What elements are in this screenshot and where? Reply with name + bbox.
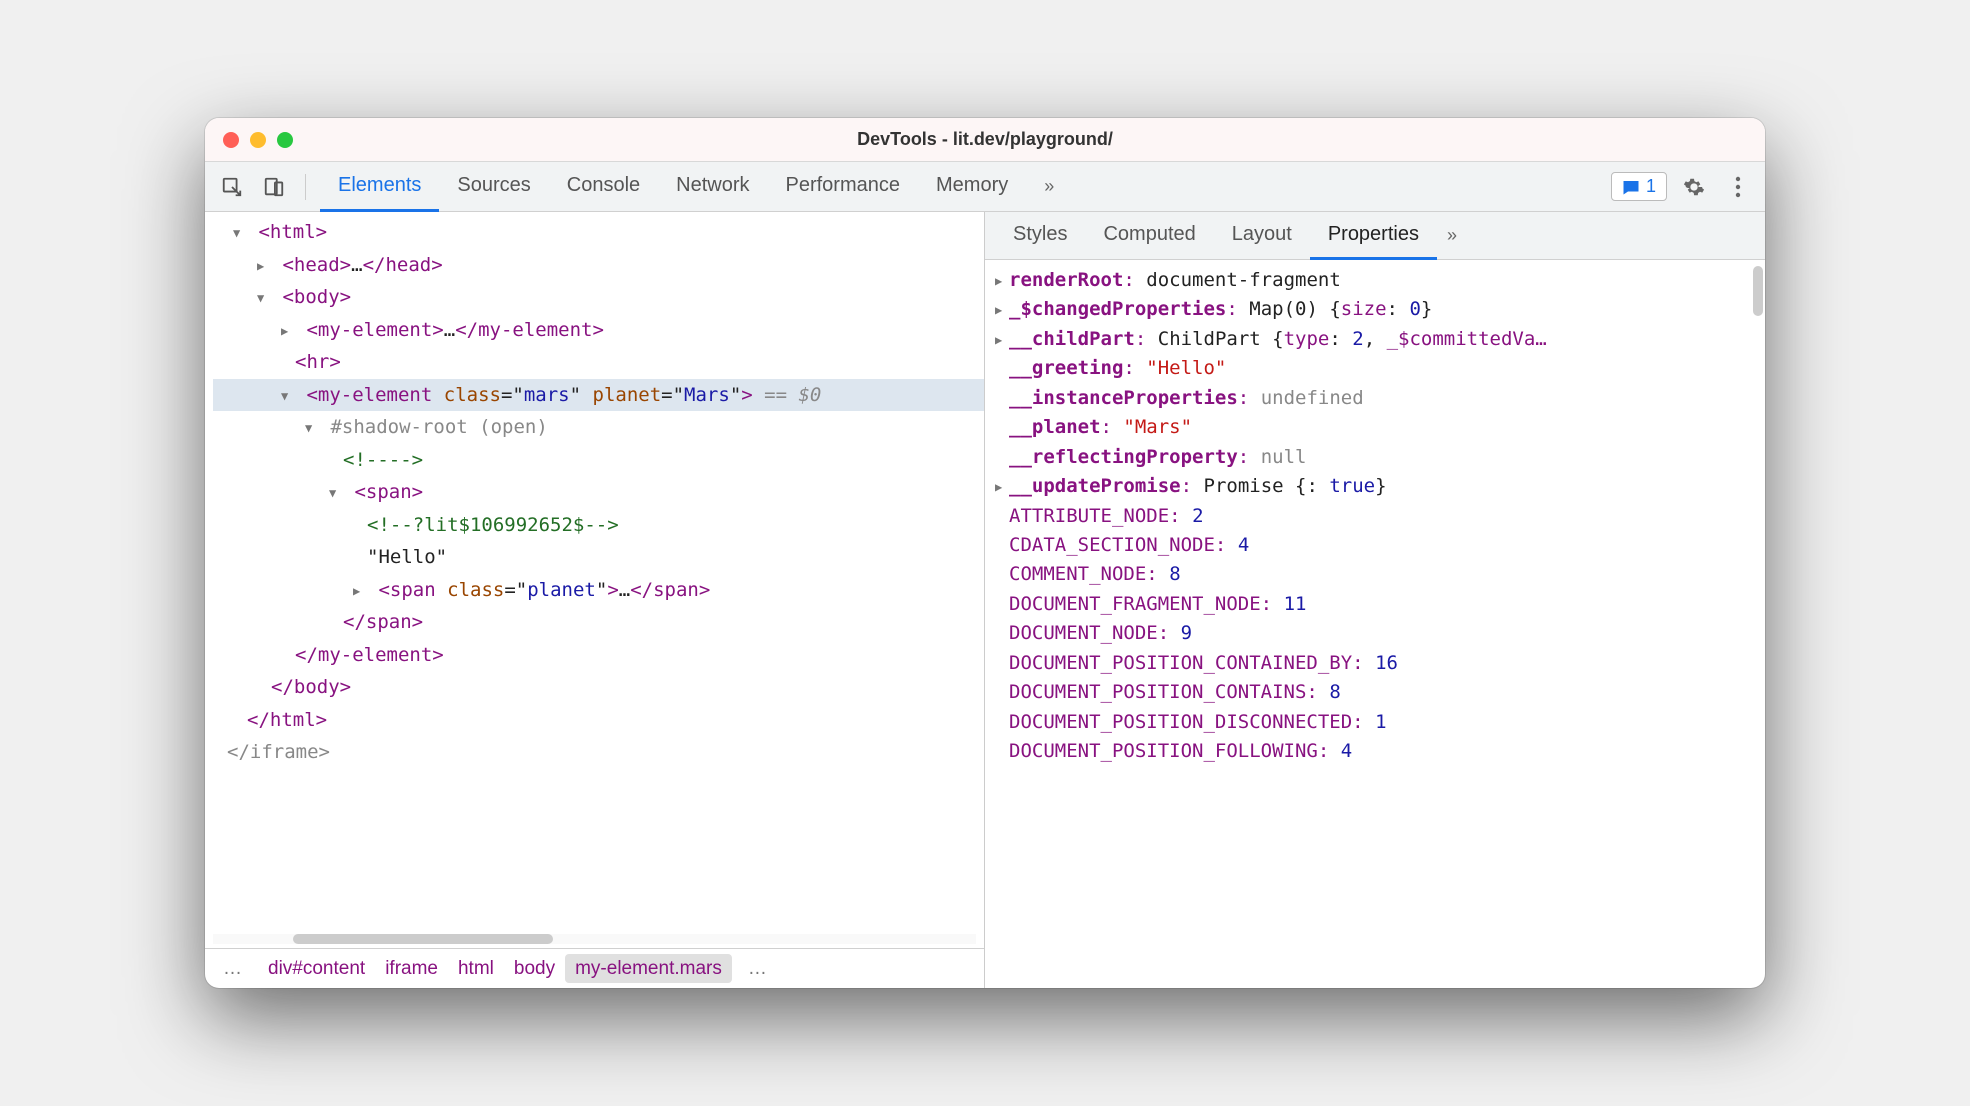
dom-shadow-root[interactable]: #shadow-root (open) <box>213 411 984 444</box>
close-window-button[interactable] <box>223 132 239 148</box>
expand-arrow-icon[interactable] <box>995 265 1009 294</box>
property-row[interactable]: CDATA_SECTION_NODE: 4 <box>995 531 1755 560</box>
issues-button[interactable]: 1 <box>1611 172 1667 201</box>
main-split: <html> <head>…</head> <body> <my-element… <box>205 212 1765 988</box>
property-row[interactable]: DOCUMENT_NODE: 9 <box>995 619 1755 648</box>
dom-comment-2[interactable]: <!--?lit$106992652$--> <box>213 509 984 542</box>
dom-body-close[interactable]: </body> <box>213 671 984 704</box>
device-toggle-icon[interactable] <box>257 170 291 204</box>
subtab-layout[interactable]: Layout <box>1214 212 1310 260</box>
expand-arrow-icon[interactable] <box>257 250 271 279</box>
more-subtabs-button[interactable]: » <box>1437 225 1467 246</box>
subtab-properties[interactable]: Properties <box>1310 212 1437 260</box>
subtab-styles[interactable]: Styles <box>995 212 1085 260</box>
breadcrumb-item[interactable]: iframe <box>375 954 448 983</box>
breadcrumbs: … div#contentiframehtmlbodymy-element.ma… <box>205 948 984 988</box>
expand-arrow-icon[interactable] <box>995 294 1009 323</box>
property-row[interactable]: DOCUMENT_POSITION_DISCONNECTED: 1 <box>995 708 1755 737</box>
expand-arrow-icon[interactable] <box>233 217 247 246</box>
dom-head[interactable]: <head>…</head> <box>213 249 984 282</box>
sidebar-tabs: StylesComputedLayoutProperties» <box>985 212 1765 260</box>
dom-text-hello[interactable]: "Hello" <box>213 541 984 574</box>
expand-arrow-icon[interactable] <box>281 380 295 409</box>
dom-html-open[interactable]: <html> <box>213 216 984 249</box>
dom-my-element-1[interactable]: <my-element>…</my-element> <box>213 314 984 347</box>
dom-tree[interactable]: <html> <head>…</head> <body> <my-element… <box>205 212 984 934</box>
tab-network[interactable]: Network <box>658 162 767 212</box>
scrollbar-thumb[interactable] <box>293 934 553 944</box>
kebab-menu-icon[interactable] <box>1721 170 1755 204</box>
horizontal-scrollbar[interactable] <box>213 934 976 944</box>
property-row[interactable]: __greeting: "Hello" <box>995 354 1755 383</box>
properties-list[interactable]: renderRoot: document-fragment_$changedPr… <box>985 260 1765 988</box>
expand-arrow-icon[interactable] <box>305 412 319 441</box>
breadcrumb-item[interactable]: html <box>448 954 504 983</box>
elements-panel: <html> <head>…</head> <body> <my-element… <box>205 212 985 988</box>
dom-iframe-cutoff: </iframe> <box>213 736 984 769</box>
property-row[interactable]: DOCUMENT_POSITION_CONTAINS: 8 <box>995 678 1755 707</box>
dom-my-element-selected[interactable]: <my-element class="mars" planet="Mars"> … <box>213 379 984 412</box>
toolbar-separator <box>305 174 306 200</box>
dom-html-close[interactable]: </html> <box>213 704 984 737</box>
crumb-overflow-right[interactable]: … <box>738 954 777 984</box>
traffic-lights <box>205 132 293 148</box>
more-tabs-button[interactable]: » <box>1034 176 1064 197</box>
property-row[interactable]: renderRoot: document-fragment <box>995 266 1755 295</box>
breadcrumb-item[interactable]: my-element.mars <box>565 954 732 983</box>
expand-arrow-icon[interactable] <box>281 315 295 344</box>
expand-arrow-icon[interactable] <box>995 471 1009 500</box>
expand-arrow-icon[interactable] <box>329 477 343 506</box>
property-row[interactable]: __planet: "Mars" <box>995 413 1755 442</box>
dom-body-open[interactable]: <body> <box>213 281 984 314</box>
property-row[interactable]: COMMENT_NODE: 8 <box>995 560 1755 589</box>
vertical-scrollbar-thumb[interactable] <box>1753 266 1763 316</box>
property-row[interactable]: __childPart: ChildPart {type: 2, _$commi… <box>995 325 1755 354</box>
property-row[interactable]: __instanceProperties: undefined <box>995 384 1755 413</box>
tab-performance[interactable]: Performance <box>768 162 919 212</box>
property-row[interactable]: DOCUMENT_FRAGMENT_NODE: 11 <box>995 590 1755 619</box>
crumb-overflow-left[interactable]: … <box>213 954 252 984</box>
toolbar-right: 1 <box>1611 170 1755 204</box>
dom-my-element-close[interactable]: </my-element> <box>213 639 984 672</box>
expand-arrow-icon[interactable] <box>995 324 1009 353</box>
breadcrumb-item[interactable]: body <box>504 954 565 983</box>
titlebar: DevTools - lit.dev/playground/ <box>205 118 1765 162</box>
expand-arrow-icon[interactable] <box>353 575 367 604</box>
settings-icon[interactable] <box>1677 170 1711 204</box>
inspect-icon[interactable] <box>215 170 249 204</box>
dom-span-open[interactable]: <span> <box>213 476 984 509</box>
subtab-computed[interactable]: Computed <box>1085 212 1213 260</box>
property-row[interactable]: ATTRIBUTE_NODE: 2 <box>995 502 1755 531</box>
main-tabs: ElementsSourcesConsoleNetworkPerformance… <box>320 162 1026 212</box>
issues-count: 1 <box>1646 176 1656 197</box>
maximize-window-button[interactable] <box>277 132 293 148</box>
property-row[interactable]: __reflectingProperty: null <box>995 443 1755 472</box>
dom-hr[interactable]: <hr> <box>213 346 984 379</box>
property-row[interactable]: __updatePromise: Promise {: true} <box>995 472 1755 501</box>
dom-comment-1[interactable]: <!----> <box>213 444 984 477</box>
dom-span-close[interactable]: </span> <box>213 606 984 639</box>
property-row[interactable]: DOCUMENT_POSITION_CONTAINED_BY: 16 <box>995 649 1755 678</box>
expand-arrow-icon[interactable] <box>257 282 271 311</box>
tab-sources[interactable]: Sources <box>439 162 548 212</box>
main-toolbar: ElementsSourcesConsoleNetworkPerformance… <box>205 162 1765 212</box>
sidebar-panel: StylesComputedLayoutProperties» renderRo… <box>985 212 1765 988</box>
minimize-window-button[interactable] <box>250 132 266 148</box>
window-title: DevTools - lit.dev/playground/ <box>205 129 1765 150</box>
property-row[interactable]: _$changedProperties: Map(0) {size: 0} <box>995 295 1755 324</box>
tab-elements[interactable]: Elements <box>320 162 439 212</box>
dom-span-planet[interactable]: <span class="planet">…</span> <box>213 574 984 607</box>
tab-memory[interactable]: Memory <box>918 162 1026 212</box>
tab-console[interactable]: Console <box>549 162 658 212</box>
property-row[interactable]: DOCUMENT_POSITION_FOLLOWING: 4 <box>995 737 1755 766</box>
breadcrumb-item[interactable]: div#content <box>258 954 375 983</box>
devtools-window: DevTools - lit.dev/playground/ ElementsS… <box>205 118 1765 988</box>
